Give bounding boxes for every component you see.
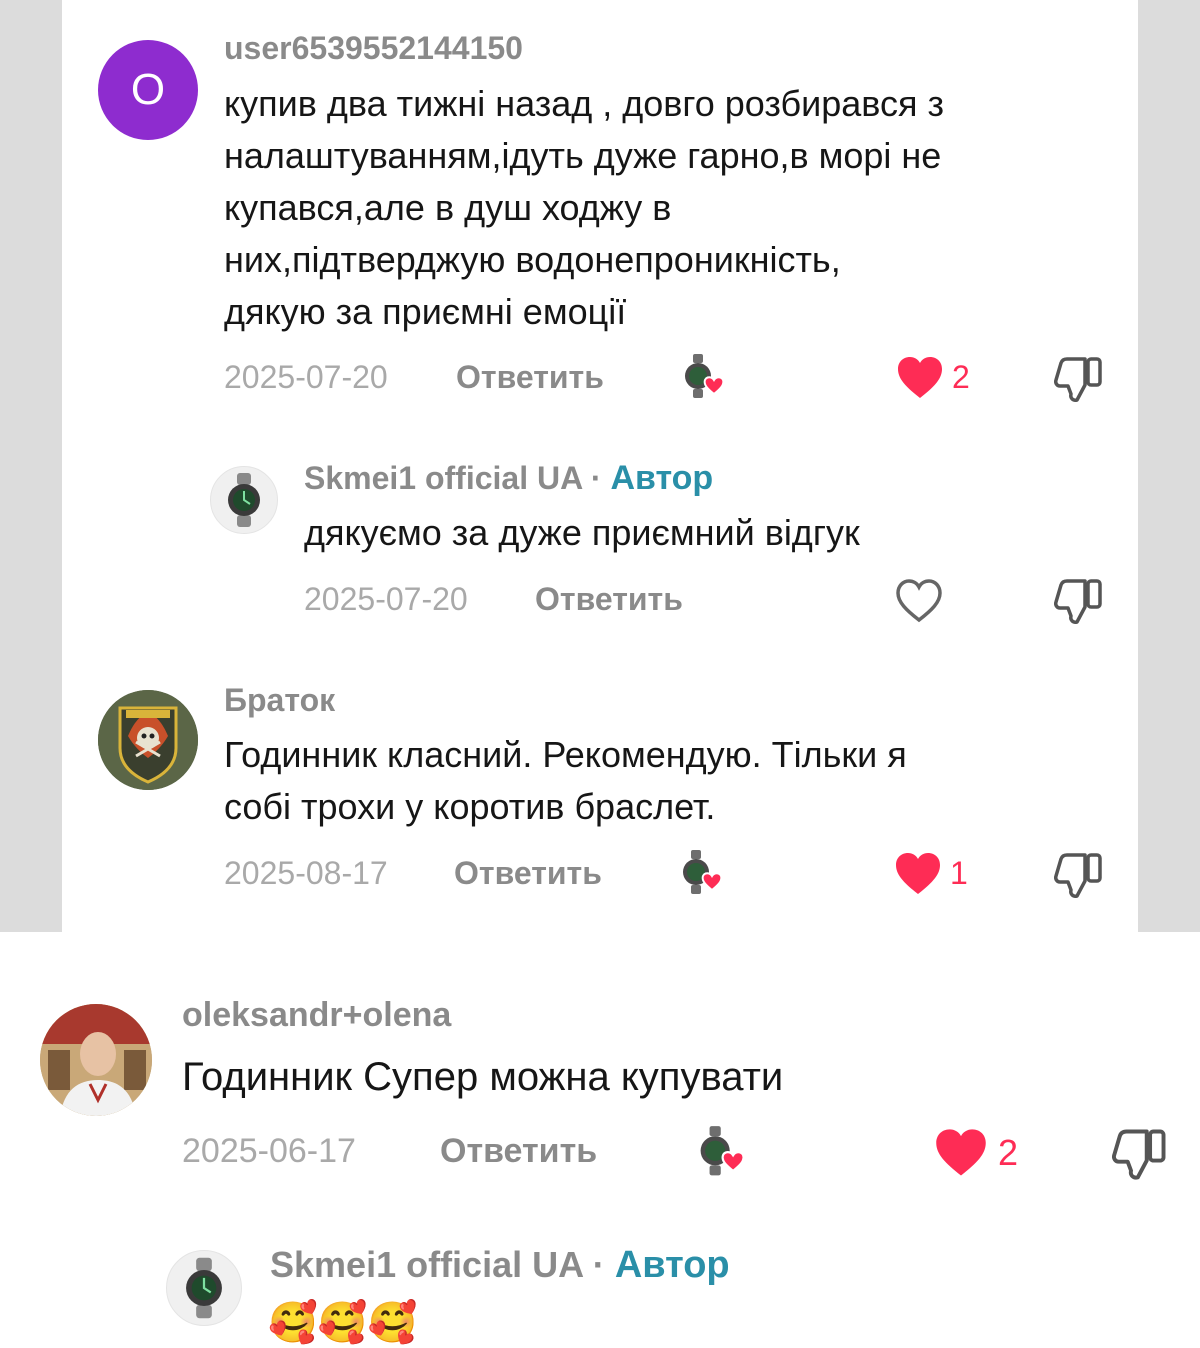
- avatar[interactable]: [98, 690, 198, 790]
- watch-avatar[interactable]: [210, 466, 278, 534]
- avatar[interactable]: O: [98, 40, 198, 140]
- comment-username[interactable]: Браток: [224, 682, 335, 719]
- reply-button[interactable]: Ответить: [535, 581, 683, 618]
- avatar[interactable]: [40, 1004, 152, 1116]
- reply-button[interactable]: Ответить: [440, 1132, 597, 1171]
- thumbs-down-icon[interactable]: [1054, 578, 1104, 626]
- avatar-letter: O: [130, 65, 166, 114]
- reply-date: 2025-07-20: [304, 581, 468, 617]
- reply-button[interactable]: Ответить: [456, 359, 604, 396]
- reply-username[interactable]: Skmei1 official UA · Автор: [270, 1244, 730, 1287]
- emblem-patch-icon: [98, 690, 198, 790]
- comment-line: Годинник класний. Рекомендую. Тільки я: [224, 734, 907, 775]
- comment-date: 2025-08-17: [224, 855, 388, 891]
- comment-line: Годинник Супер можна купувати: [182, 1055, 784, 1099]
- author-badge: Автор: [614, 1244, 730, 1286]
- like-count: 2: [998, 1132, 1019, 1173]
- like-count: 2: [952, 359, 970, 395]
- comment-date: 2025-06-17: [182, 1132, 356, 1170]
- comment-line: налаштуванням,ідуть дуже гарно,в морі не: [224, 135, 942, 176]
- watch-icon: [228, 473, 260, 527]
- heart-outline-icon[interactable]: [894, 578, 944, 624]
- comment-username[interactable]: user6539552144150: [224, 30, 523, 67]
- reply-username-text: Skmei1 official UA: [270, 1244, 583, 1285]
- author-badge: Автор: [610, 459, 714, 497]
- comment-line: них,підтверджую водонепроникність,: [224, 239, 841, 280]
- watch-icon: [186, 1257, 222, 1319]
- comment-line: собі трохи у коротив браслет.: [224, 786, 716, 827]
- thumbs-down-icon[interactable]: [1054, 852, 1104, 900]
- reply-text: 🥰🥰🥰: [268, 1301, 418, 1345]
- reply-button[interactable]: Ответить: [454, 855, 602, 892]
- comment-text: Годинник класний. Рекомендую. Тільки я с…: [224, 729, 1114, 833]
- comment-username[interactable]: oleksandr+olena: [182, 996, 451, 1035]
- name-separator: ·: [590, 460, 602, 496]
- comment-line: купив два тижні назад , довго розбирався…: [224, 83, 944, 124]
- name-separator: ·: [592, 1244, 605, 1285]
- comment-line: дякую за приємні емоції: [224, 291, 627, 332]
- creator-liked-icon: [683, 850, 723, 894]
- heart-icon[interactable]: [896, 356, 944, 400]
- reply-text: дякуємо за дуже приємний відгук: [304, 512, 860, 553]
- creator-liked-icon: [685, 354, 725, 398]
- heart-icon[interactable]: [934, 1128, 988, 1178]
- creator-liked-icon: [700, 1126, 745, 1176]
- reply-username-text: Skmei1 official UA: [304, 460, 583, 496]
- comment-text: купив два тижні назад , довго розбирався…: [224, 78, 1114, 338]
- person-photo: [40, 1004, 152, 1116]
- comment-line: купався,але в душ ходжу в: [224, 187, 672, 228]
- like-count: 1: [950, 855, 968, 891]
- comment-text: Годинник Супер можна купувати: [182, 1051, 1162, 1103]
- watch-avatar[interactable]: [166, 1250, 242, 1326]
- heart-icon[interactable]: [894, 852, 942, 896]
- comment-date: 2025-07-20: [224, 359, 388, 395]
- thumbs-down-icon[interactable]: [1112, 1128, 1168, 1182]
- reply-username[interactable]: Skmei1 official UA · Автор: [304, 459, 713, 498]
- thumbs-down-icon[interactable]: [1054, 356, 1104, 404]
